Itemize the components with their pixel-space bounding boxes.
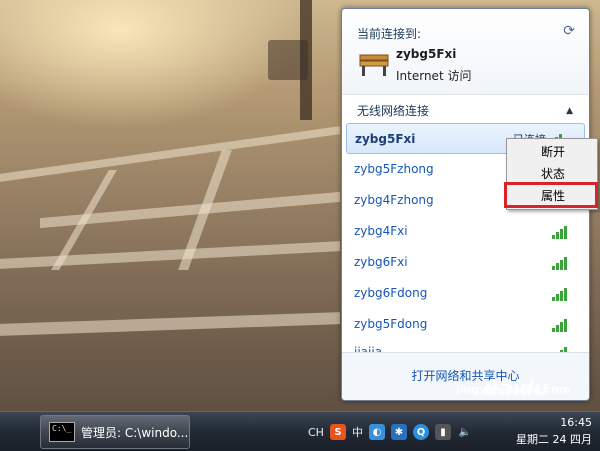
network-name: zybg5Fzhong (354, 162, 434, 176)
tray-clock[interactable]: 16:45 星期二 24 四月 (516, 414, 592, 448)
taskbar: C:\_ 管理员: C:\windo... CH S 中 ◐ ✱ Q ▮ 🔈 1… (0, 411, 600, 451)
park-bench-icon (359, 54, 389, 76)
bluetooth-icon[interactable]: ✱ (390, 424, 407, 440)
bench-silhouette (268, 40, 308, 80)
signal-strength-icon (552, 288, 567, 301)
network-item[interactable]: zybg4Fxi (342, 216, 589, 247)
network-name: zybg5Fxi (355, 132, 416, 146)
command-prompt-icon: C:\_ (49, 422, 75, 442)
network-name: zybg4Fxi (354, 224, 408, 238)
wallpaper-stripe (0, 241, 340, 269)
network-tray-icon[interactable]: ▮ (434, 424, 451, 440)
menu-item-disconnect[interactable]: 断开 (507, 141, 597, 163)
network-name: zybg5Fdong (354, 317, 428, 331)
wallpaper-stripe (0, 312, 340, 336)
system-tray: CH S 中 ◐ ✱ Q ▮ 🔈 16:45 星期二 24 四月 (308, 412, 600, 451)
signal-strength-icon (552, 257, 567, 270)
network-item[interactable]: zybg6Fdong (342, 278, 589, 309)
annotation-highlight-box (504, 182, 598, 208)
current-connection-section: 当前连接到: ⟳ zybg5Fxi Internet 访问 (342, 9, 589, 95)
refresh-icon[interactable]: ⟳ (563, 23, 575, 39)
wallpaper-stripe (0, 126, 340, 182)
wireless-section-header[interactable]: 无线网络连接 ▲ (342, 99, 589, 123)
language-indicator[interactable]: CH (308, 426, 324, 439)
taskbar-cmd-label: 管理员: C:\windo... (81, 425, 189, 440)
network-name: zybg6Fdong (354, 286, 428, 300)
network-item[interactable]: zybg6Fxi (342, 247, 589, 278)
clock-time: 16:45 (560, 416, 592, 429)
ime-mode-indicator[interactable]: 中 (352, 424, 363, 440)
chevron-up-icon[interactable]: ▲ (566, 99, 573, 123)
network-name: zybg4Fzhong (354, 193, 434, 207)
volume-icon[interactable]: 🔈 (457, 424, 473, 440)
wireless-section-label: 无线网络连接 (357, 104, 430, 118)
taskbar-cmd-window-button[interactable]: C:\_ 管理员: C:\windo... (40, 415, 190, 449)
tray-app-icon[interactable]: ◐ (368, 424, 385, 440)
current-network-status: Internet 访问 (396, 69, 472, 83)
signal-strength-icon (552, 319, 567, 332)
signal-strength-icon (552, 226, 567, 239)
network-item[interactable]: zybg5Fdong (342, 309, 589, 340)
qq-icon[interactable]: Q (412, 424, 429, 440)
network-name: zybg6Fxi (354, 255, 408, 269)
baidu-watermark-url: jingyan.baidu.com (456, 383, 571, 396)
current-network-name: zybg5Fxi (396, 47, 457, 61)
sogou-ime-icon[interactable]: S (329, 424, 346, 440)
current-connection-header: 当前连接到: (357, 27, 422, 41)
clock-date: 星期二 24 四月 (516, 433, 592, 446)
